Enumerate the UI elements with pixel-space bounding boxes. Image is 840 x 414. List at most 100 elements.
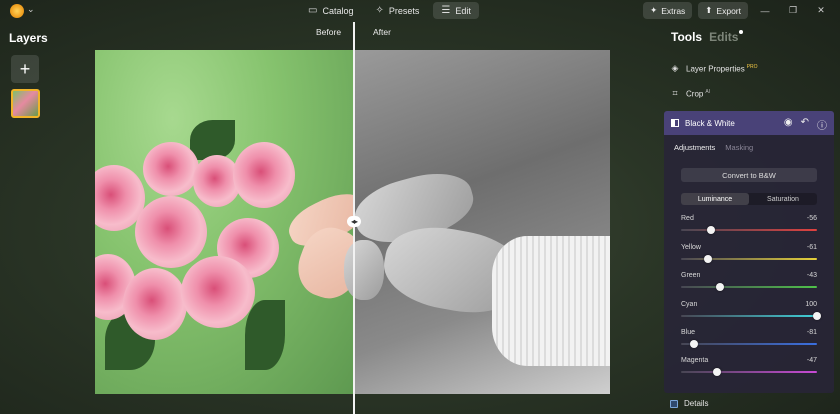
slider-track[interactable] xyxy=(681,343,817,345)
app-logo-icon[interactable] xyxy=(10,4,24,18)
slider-name: Yellow xyxy=(681,244,701,251)
tab-presets[interactable]: ✧ Presets xyxy=(367,2,427,19)
ai-badge: AI xyxy=(705,88,711,95)
crop-icon: ⌗ xyxy=(672,88,678,98)
layers-icon: ◈ xyxy=(671,63,679,73)
rose xyxy=(135,196,207,268)
after-label: After xyxy=(373,27,391,37)
rose xyxy=(233,142,295,208)
details-section[interactable]: Details xyxy=(670,399,708,408)
slider-value: -43 xyxy=(806,272,817,279)
slider-knob[interactable] xyxy=(715,283,724,291)
segment-saturation[interactable]: Saturation xyxy=(749,193,817,205)
layers-title: Layers xyxy=(9,31,48,45)
slider-value: -56 xyxy=(806,215,817,222)
slider-knob[interactable] xyxy=(689,340,698,348)
luminance-saturation-toggle: Luminance Saturation xyxy=(681,193,817,205)
black-white-icon xyxy=(671,119,679,127)
tab-masking[interactable]: Masking xyxy=(725,143,753,152)
eye-icon[interactable]: ◉ xyxy=(784,117,793,132)
segment-luminance[interactable]: Luminance xyxy=(681,193,749,205)
before-image xyxy=(95,50,372,394)
black-white-panel: Black & White ◉ ↶ ⓘ Adjustments Masking … xyxy=(664,111,834,393)
tab-label: Edit xyxy=(455,5,471,16)
tab-edit[interactable]: ☰ Edit xyxy=(433,2,479,19)
tool-crop[interactable]: ⌗ Crop AI xyxy=(670,88,710,99)
slider-value: -81 xyxy=(806,329,817,336)
tool-label: Crop AI xyxy=(686,88,711,99)
export-label: Export xyxy=(716,5,741,16)
restore-icon[interactable]: ❐ xyxy=(782,5,804,16)
extras-label: Extras xyxy=(661,5,686,16)
rose xyxy=(181,256,255,328)
tab-adjustments[interactable]: Adjustments xyxy=(674,143,715,152)
panel-sub-tabs: Adjustments Masking xyxy=(674,143,753,152)
slider-value: 100 xyxy=(805,301,817,308)
top-right-controls: ✦ Extras ⬆ Export — ❐ ✕ xyxy=(643,2,832,19)
layer-thumbnail[interactable] xyxy=(11,89,40,118)
tool-label: Layer Properties PRO xyxy=(686,63,758,74)
leaf xyxy=(190,120,235,160)
tab-label: Catalog xyxy=(322,5,354,16)
info-icon[interactable]: ⓘ xyxy=(817,117,827,132)
slider-track[interactable] xyxy=(681,315,817,317)
split-handle-icon[interactable]: ◂▸ xyxy=(347,216,361,227)
rose xyxy=(123,268,187,340)
details-label: Details xyxy=(684,399,709,408)
export-button[interactable]: ⬆ Export xyxy=(698,2,748,19)
minimize-icon[interactable]: — xyxy=(754,6,776,16)
hand xyxy=(344,240,384,300)
slider-knob[interactable] xyxy=(706,226,715,234)
tab-label: Presets xyxy=(388,5,420,16)
slider-name: Cyan xyxy=(681,301,698,308)
slider-track[interactable] xyxy=(681,286,817,288)
tools-edits-tabs: Tools Edits xyxy=(671,30,744,44)
slider-track[interactable] xyxy=(681,258,817,260)
sleeve xyxy=(492,236,610,366)
tab-edits-label: Edits xyxy=(709,30,739,44)
slider-name: Blue xyxy=(681,329,696,336)
slider-cyan: Cyan 100 xyxy=(681,301,821,321)
undo-icon[interactable]: ↶ xyxy=(801,117,809,132)
tab-edits[interactable]: Edits xyxy=(709,30,744,44)
tool-layer-properties[interactable]: ◈ Layer Properties PRO xyxy=(670,63,758,74)
slider-name: Magenta xyxy=(681,357,709,364)
leaf xyxy=(245,300,285,370)
chevron-down-icon[interactable]: ⌄ xyxy=(27,4,35,15)
sliders-icon: ☰ xyxy=(441,5,451,16)
plus-icon: + xyxy=(19,58,31,79)
top-bar: ⌄ ▭ Catalog ✧ Presets ☰ Edit ✦ Extras ⬆ … xyxy=(0,0,840,22)
details-checkbox[interactable] xyxy=(670,399,678,408)
slider-track[interactable] xyxy=(681,371,817,373)
slider-knob[interactable] xyxy=(703,255,712,263)
panel-actions: ◉ ↶ ⓘ xyxy=(784,117,827,132)
slider-magenta: Magenta -47 xyxy=(681,357,817,377)
sparkle-icon: ✦ xyxy=(650,5,658,15)
after-image xyxy=(344,50,610,394)
main-nav-tabs: ▭ Catalog ✧ Presets ☰ Edit xyxy=(300,2,479,19)
close-icon[interactable]: ✕ xyxy=(810,5,832,16)
extras-button[interactable]: ✦ Extras xyxy=(643,2,693,19)
slider-knob[interactable] xyxy=(813,312,821,320)
add-layer-button[interactable]: + xyxy=(11,55,39,83)
slider-red: Red -56 xyxy=(681,215,817,235)
slider-blue: Blue -81 xyxy=(681,329,817,349)
magic-wand-icon: ✧ xyxy=(375,5,384,16)
export-icon: ⬆ xyxy=(705,5,713,15)
slider-value: -47 xyxy=(806,357,817,364)
slider-yellow: Yellow -61 xyxy=(681,244,817,264)
folder-icon: ▭ xyxy=(308,5,318,16)
pro-badge: PRO xyxy=(746,63,758,70)
convert-to-bw-button[interactable]: Convert to B&W xyxy=(681,168,817,182)
slider-value: -61 xyxy=(806,244,817,251)
panel-title: Black & White xyxy=(685,118,735,128)
tab-catalog[interactable]: ▭ Catalog xyxy=(300,2,361,19)
slider-name: Red xyxy=(681,215,694,222)
tab-tools[interactable]: Tools xyxy=(671,30,702,44)
slider-track[interactable] xyxy=(681,229,817,231)
slider-name: Green xyxy=(681,272,701,279)
notification-dot xyxy=(739,30,744,34)
slider-knob[interactable] xyxy=(713,368,722,376)
slider-green: Green -43 xyxy=(681,272,817,292)
rose xyxy=(143,142,199,196)
